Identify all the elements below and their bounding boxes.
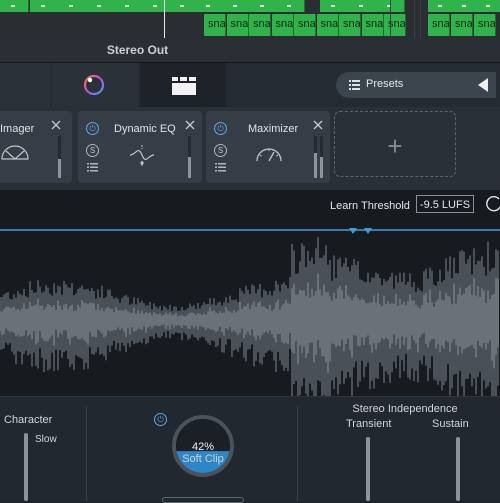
audio-region[interactable] (114, 0, 143, 12)
bottom-controls: Character Slow ⏻ 42% Soft Clip Stereo In… (0, 396, 500, 503)
audio-region[interactable] (428, 0, 453, 12)
audio-region[interactable] (476, 0, 500, 12)
audio-region[interactable] (170, 0, 197, 12)
audio-region[interactable]: sna (271, 14, 294, 36)
top-nav: Presets (0, 63, 500, 107)
presets-label: Presets (366, 78, 404, 90)
soft-clip-value: 42% (191, 441, 215, 453)
audio-region[interactable]: sna (204, 14, 226, 36)
power-button[interactable]: ⏻ (86, 122, 99, 135)
solo-button[interactable]: S (214, 144, 227, 157)
meter-fill (58, 159, 61, 178)
audio-region[interactable]: sna (249, 14, 271, 36)
audio-region[interactable] (142, 0, 171, 12)
learn-threshold-button[interactable]: Learn Threshold (330, 200, 410, 212)
module-view-tab[interactable] (140, 63, 226, 107)
plus-icon: + (387, 131, 403, 161)
threshold-marker (364, 228, 372, 234)
audio-region[interactable] (222, 0, 251, 12)
waveform-svg (0, 228, 500, 425)
meter-fill (188, 157, 191, 178)
slow-label: Slow (35, 434, 57, 445)
audio-region[interactable] (250, 0, 277, 12)
audio-region[interactable] (86, 0, 115, 12)
list-icon[interactable] (87, 163, 98, 172)
sustain-label: Sustain (432, 418, 469, 430)
refresh-icon[interactable] (486, 195, 500, 213)
character-slider[interactable] (24, 433, 28, 501)
module-meter (314, 136, 317, 178)
power-button[interactable]: ⏻ (214, 122, 227, 135)
audio-region[interactable]: sna (339, 14, 361, 36)
character-label: Character (4, 414, 53, 426)
threshold-value-field[interactable]: -9.5 LUFS (416, 195, 474, 213)
audio-region[interactable]: sna (361, 14, 384, 36)
module-title: Imager (0, 123, 35, 135)
module-title: Dynamic EQ (114, 123, 176, 135)
channel-title: Stereo Out (106, 43, 169, 57)
module-imager[interactable]: Imager (0, 111, 72, 183)
audio-region[interactable]: sna (428, 14, 450, 36)
threshold-marker (349, 228, 357, 234)
audio-region[interactable]: sna (384, 14, 406, 36)
module-title: Maximizer (248, 123, 299, 135)
presets-button[interactable]: Presets (336, 72, 496, 98)
imager-icon (1, 145, 29, 160)
list-icon (349, 80, 360, 90)
audio-region[interactable] (348, 0, 377, 12)
audio-region[interactable] (276, 0, 305, 12)
list-icon[interactable] (215, 163, 226, 172)
add-module-button[interactable]: + (334, 111, 456, 177)
soft-clip-label: Soft Clip (182, 453, 224, 465)
audio-region[interactable]: sna (316, 14, 339, 36)
meter-fill (320, 156, 323, 178)
divider (297, 407, 298, 501)
dynamic-eq-icon (129, 145, 155, 166)
daw-region-strip: sna sna sna sna sna sna sna sna sna sna sna sna (0, 0, 500, 38)
assistant-orb-icon (83, 74, 105, 96)
threshold-bar: Learn Threshold -9.5 LUFS (0, 190, 500, 228)
solo-button[interactable]: S (86, 144, 99, 157)
audio-region[interactable]: sna (294, 14, 316, 36)
sustain-slider[interactable] (456, 437, 460, 501)
assistant-tab[interactable] (52, 63, 138, 107)
audio-region[interactable]: sna (474, 14, 496, 36)
channel-title-bar: Stereo Out (0, 38, 500, 63)
meter-fill (314, 152, 317, 178)
audio-region[interactable] (30, 0, 59, 12)
soft-clip-mode-bar[interactable] (162, 497, 244, 503)
modules-icon (172, 77, 196, 95)
audio-region[interactable] (196, 0, 223, 12)
transient-slider[interactable] (366, 437, 370, 501)
nav-tab-left[interactable] (0, 63, 50, 107)
audio-region[interactable]: sna (451, 14, 473, 36)
playhead[interactable] (164, 0, 165, 38)
audio-region[interactable] (320, 0, 349, 12)
module-meter (320, 136, 323, 178)
transient-label: Transient (346, 418, 392, 430)
module-dynamic-eq[interactable]: Dynamic EQ ⏻ S (78, 111, 202, 183)
divider (86, 407, 87, 501)
audio-region[interactable] (452, 0, 477, 12)
close-icon[interactable] (184, 119, 196, 131)
close-icon[interactable] (312, 119, 324, 131)
soft-clip-power-button[interactable]: ⏻ (154, 413, 167, 426)
collapse-arrow-icon[interactable] (478, 78, 488, 92)
waveform-display[interactable] (0, 228, 500, 425)
maximizer-icon (256, 148, 282, 162)
module-maximizer[interactable]: Maximizer ⏻ S (206, 111, 330, 183)
grid-line (390, 0, 391, 38)
module-meter (58, 136, 61, 178)
close-icon[interactable] (50, 119, 62, 131)
module-chain: Imager Dynamic EQ ⏻ S Maximizer ⏻ S + (0, 107, 500, 190)
audio-region[interactable]: sna (226, 14, 249, 36)
grid-line (414, 0, 415, 38)
module-meter (188, 136, 191, 178)
stereo-independence-label: Stereo Independence (352, 403, 458, 415)
grid-line (420, 0, 421, 38)
audio-region[interactable] (0, 0, 29, 12)
audio-region[interactable] (58, 0, 87, 12)
